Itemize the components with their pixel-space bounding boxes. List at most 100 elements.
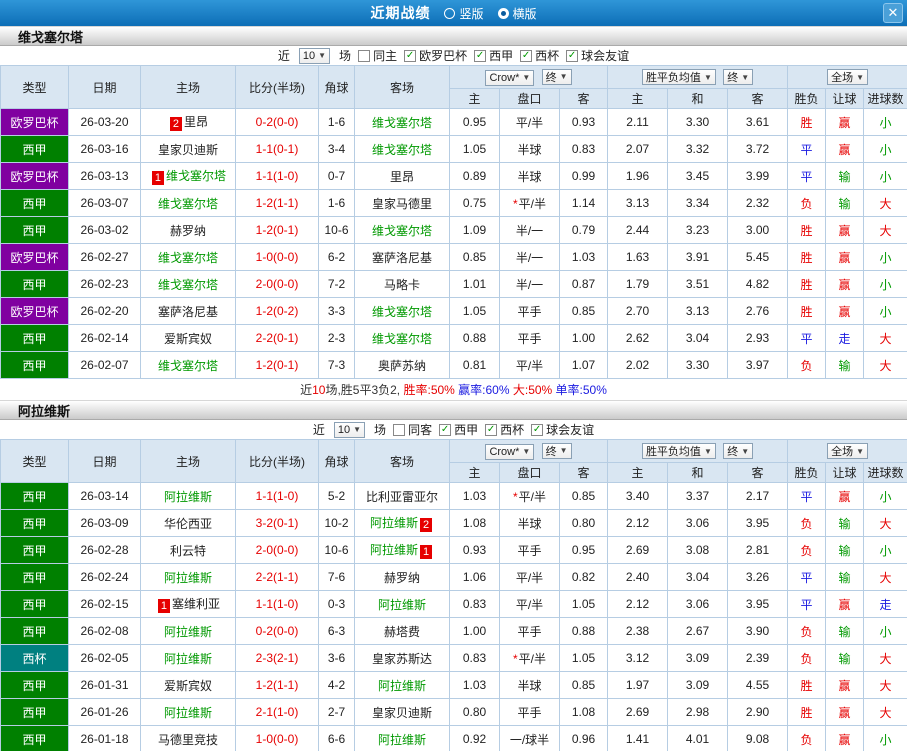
home-team-cell[interactable]: 阿拉维斯 (140, 698, 236, 726)
score: 2-0(0-0) (235, 270, 319, 298)
away-team-cell[interactable]: 阿拉维斯 2 (354, 509, 450, 537)
away-team-cell[interactable]: 阿拉维斯 1 (354, 536, 450, 564)
result-handicap: 输 (825, 563, 865, 591)
away-team-cell[interactable]: 赫罗纳 (354, 563, 450, 591)
home-team-cell[interactable]: 1 塞维利亚 (140, 590, 236, 618)
avg-odds-away: 3.90 (727, 617, 789, 645)
home-team-cell[interactable]: 阿拉维斯 (140, 482, 236, 510)
filter-checkbox[interactable]: ✓ 西甲 (474, 47, 513, 64)
handicap-line: 半球 (499, 509, 560, 537)
avg-odds-dropdown[interactable]: 胜平负均值 ▼ (641, 443, 716, 459)
away-team-cell[interactable]: 塞萨洛尼基 (354, 243, 450, 271)
final-odds-dropdown[interactable]: 终 ▼ (541, 442, 572, 459)
handicap-text: 半球 (517, 142, 542, 157)
filter-checkbox[interactable]: 同主 (358, 47, 397, 64)
fulltime-dropdown[interactable]: 全场 ▼ (827, 443, 869, 459)
filter-checkbox[interactable]: ✓ 球会友谊 (566, 47, 629, 64)
home-team-cell[interactable]: 爱斯宾奴 (140, 324, 236, 352)
away-team-cell[interactable]: 阿拉维斯 (354, 590, 450, 618)
fulltime-dropdown[interactable]: 全场 ▼ (827, 69, 869, 85)
away-team-cell[interactable]: 阿拉维斯 (354, 671, 450, 699)
filter-row: 近 10 ▼ 场同客 ✓ 西甲 ✓ 西杯 ✓ 球会友谊 (0, 420, 907, 439)
view-option-vertical[interactable]: 竖版 (444, 5, 484, 22)
result-goals: 大 (863, 189, 907, 217)
away-team-cell[interactable]: 阿拉维斯 (354, 725, 450, 751)
home-team-name: 爱斯宾奴 (163, 331, 212, 346)
home-team-cell[interactable]: 马德里竞技 (140, 725, 236, 751)
home-team-cell[interactable]: 华伦西亚 (140, 509, 236, 537)
chevron-down-icon: ▼ (741, 72, 750, 82)
handicap-line: 平手 (499, 617, 560, 645)
away-team-cell[interactable]: 里昂 (354, 162, 450, 190)
home-team-cell[interactable]: 爱斯宾奴 (140, 671, 236, 699)
match-date: 26-01-26 (68, 698, 141, 726)
away-team-cell[interactable]: 维戈塞尔塔 (354, 297, 450, 325)
avg-odds-dropdown[interactable]: 胜平负均值 ▼ (641, 69, 716, 85)
bookmaker-dropdown[interactable]: Crow* ▼ (485, 69, 535, 86)
match-row: 西甲 26-03-07 维戈塞尔塔 1-2(1-1) 1-6 皇家马德里 0.75 *平/半 1… (0, 189, 907, 217)
filter-checkbox[interactable]: ✓ 西杯 (485, 421, 524, 438)
away-team-cell[interactable]: 皇家苏斯达 (354, 644, 450, 672)
home-team-cell[interactable]: 阿拉维斯 (140, 617, 236, 645)
away-team-cell[interactable]: 马略卡 (354, 270, 450, 298)
result-wdl: 平 (787, 324, 827, 352)
final-odds-dropdown[interactable]: 终 ▼ (541, 68, 572, 85)
competition-tag: 西甲 (0, 216, 69, 244)
filter-checkbox[interactable]: ✓ 欧罗巴杯 (404, 47, 467, 64)
match-row: 西杯 26-02-05 阿拉维斯 2-3(2-1) 3-6 皇家苏斯达 0.83 *平/半 1.… (0, 644, 907, 672)
bookmaker-dropdown[interactable]: Crow* ▼ (485, 443, 535, 460)
home-team-cell[interactable]: 赫罗纳 (140, 216, 236, 244)
away-team-cell[interactable]: 维戈塞尔塔 (354, 135, 450, 163)
score: 1-0(0-0) (235, 725, 319, 751)
home-team-cell[interactable]: 皇家贝迪斯 (140, 135, 236, 163)
competition-tag: 西甲 (0, 135, 69, 163)
home-team-cell[interactable]: 阿拉维斯 (140, 563, 236, 591)
away-team-cell[interactable]: 赫塔费 (354, 617, 450, 645)
away-team-cell[interactable]: 奥萨苏纳 (354, 351, 450, 379)
home-team-cell[interactable]: 2 里昂 (140, 108, 236, 136)
handicap-line: 平手 (499, 698, 560, 726)
filter-label: 同客 (408, 423, 433, 437)
home-team-cell[interactable]: 利云特 (140, 536, 236, 564)
home-team-cell[interactable]: 1 维戈塞尔塔 (140, 162, 236, 190)
match-row: 西甲 26-02-15 1 塞维利亚 1-1(1-0) 0-3 阿拉维斯 0.83 平/半 1.0… (0, 590, 907, 618)
chevron-down-icon: ▼ (318, 51, 327, 60)
home-team-cell[interactable]: 维戈塞尔塔 (140, 270, 236, 298)
avg-odds-home: 1.97 (607, 671, 669, 699)
home-team-name: 维戈塞尔塔 (157, 196, 218, 211)
result-wdl: 负 (787, 725, 827, 751)
home-team-cell[interactable]: 维戈塞尔塔 (140, 189, 236, 217)
handicap-line: 平/半 (499, 351, 560, 379)
avg-final-dropdown[interactable]: 终 ▼ (723, 443, 754, 459)
away-team-cell[interactable]: 比利亚雷亚尔 (354, 482, 450, 510)
avg-odds-draw: 2.98 (667, 698, 729, 726)
away-team-cell[interactable]: 维戈塞尔塔 (354, 216, 450, 244)
away-team-cell[interactable]: 皇家贝迪斯 (354, 698, 450, 726)
home-team-cell[interactable]: 阿拉维斯 (140, 644, 236, 672)
checkbox-checked-icon: ✓ (474, 49, 487, 62)
filter-checkbox[interactable]: ✓ 西杯 (520, 47, 559, 64)
filter-checkbox[interactable]: ✓ 球会友谊 (531, 421, 594, 438)
away-team-cell[interactable]: 皇家马德里 (354, 189, 450, 217)
result-handicap: 赢 (825, 270, 865, 298)
home-team-cell[interactable]: 维戈塞尔塔 (140, 351, 236, 379)
avg-final-dropdown[interactable]: 终 ▼ (723, 69, 754, 85)
match-count-dropdown[interactable]: 10 ▼ (298, 47, 331, 64)
score: 1-2(1-1) (235, 189, 319, 217)
match-count-dropdown[interactable]: 10 ▼ (333, 421, 366, 438)
view-option-horizontal[interactable]: 横版 (497, 5, 537, 22)
avg-odds-away: 2.93 (727, 324, 789, 352)
away-team-cell[interactable]: 维戈塞尔塔 (354, 108, 450, 136)
home-team-cell[interactable]: 塞萨洛尼基 (140, 297, 236, 325)
avg-odds-away: 3.95 (727, 590, 789, 618)
radio-selected-icon (497, 7, 509, 19)
close-button[interactable]: ✕ (883, 3, 903, 23)
home-team-cell[interactable]: 维戈塞尔塔 (140, 243, 236, 271)
away-team-cell[interactable]: 维戈塞尔塔 (354, 324, 450, 352)
corner-score: 7-6 (318, 563, 355, 591)
handicap-odds-away: 0.96 (558, 725, 609, 751)
filter-checkbox[interactable]: 同客 (393, 421, 432, 438)
away-team-name: 皇家贝迪斯 (371, 705, 432, 720)
filter-checkbox[interactable]: ✓ 西甲 (439, 421, 478, 438)
home-team-name: 华伦西亚 (163, 516, 212, 531)
